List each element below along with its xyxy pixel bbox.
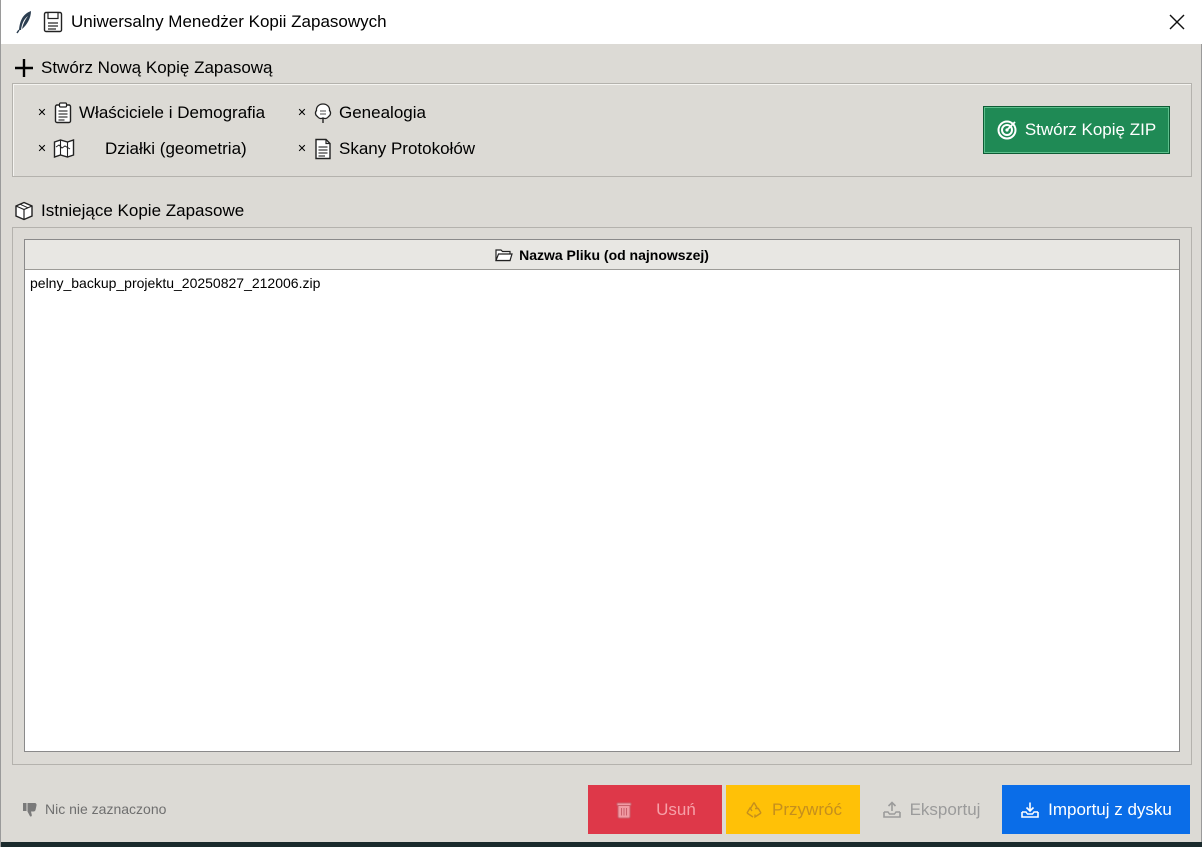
export-button[interactable]: Eksportuj <box>864 785 998 834</box>
recycle-icon <box>744 800 764 820</box>
restore-button[interactable]: Przywróć <box>726 785 860 834</box>
option-label: Właściciele i Demografia <box>79 103 266 122</box>
create-zip-label: Stwórz Kopię ZIP <box>1024 120 1157 139</box>
option-label: Genealogia <box>339 103 426 122</box>
option-label: Działki (geometria) <box>105 139 247 158</box>
map-icon <box>53 138 75 160</box>
existing-section-label: Istniejące Kopie Zapasowe <box>13 200 244 222</box>
close-icon <box>1169 14 1185 30</box>
option-label: Skany Protokołów <box>339 139 476 158</box>
checkbox-owners-demography[interactable]: ✕ <box>37 108 47 119</box>
delete-button[interactable]: Usuń <box>588 785 722 834</box>
import-tray-icon <box>1020 800 1040 820</box>
option-protocol-scans[interactable]: ✕ Skany Protokołów <box>297 138 475 160</box>
option-parcels-geometry[interactable]: ✕ Działki (geometria) <box>37 138 247 160</box>
background-terminal-strip <box>1 842 1202 847</box>
create-section-label: Stwórz Nową Kopię Zapasową <box>13 57 273 79</box>
list-item[interactable]: pelny_backup_projektu_20250827_212006.zi… <box>30 275 320 291</box>
tree-icon <box>313 102 333 124</box>
export-label: Eksportuj <box>909 799 981 819</box>
checkbox-genealogy[interactable]: ✕ <box>297 108 307 119</box>
import-button[interactable]: Importuj z dysku <box>1002 785 1190 834</box>
checkbox-protocol-scans[interactable]: ✕ <box>297 144 307 155</box>
target-icon <box>997 120 1017 140</box>
close-button[interactable] <box>1159 4 1195 40</box>
option-genealogy[interactable]: ✕ Genealogia <box>297 102 426 124</box>
delete-label: Usuń <box>656 799 696 819</box>
thumbs-down-icon <box>21 800 39 818</box>
floppy-disk-icon <box>43 11 63 33</box>
plus-icon <box>13 57 35 79</box>
title-bar[interactable]: Uniwersalny Menedżer Kopii Zapasowych <box>1 0 1202 44</box>
document-icon <box>313 138 333 160</box>
window-title: Uniwersalny Menedżer Kopii Zapasowych <box>71 12 387 31</box>
backups-list[interactable]: Nazwa Pliku (od najnowszej) pelny_backup… <box>24 239 1180 752</box>
clipboard-icon <box>53 102 73 124</box>
import-label: Importuj z dysku <box>1048 799 1172 819</box>
package-icon <box>13 200 35 222</box>
export-tray-icon <box>882 800 902 820</box>
feather-icon <box>15 10 35 34</box>
restore-label: Przywróć <box>772 799 842 819</box>
selection-status: Nic nie zaznaczono <box>21 800 166 818</box>
checkbox-parcels-geometry[interactable]: ✕ <box>37 144 47 155</box>
folder-icon <box>495 248 513 262</box>
option-owners-demography[interactable]: ✕ Właściciele i Demografia <box>37 102 265 124</box>
create-zip-button[interactable]: Stwórz Kopię ZIP <box>983 106 1170 154</box>
backup-manager-window: Uniwersalny Menedżer Kopii Zapasowych St… <box>0 0 1202 847</box>
trash-icon <box>614 800 634 820</box>
column-header-filename[interactable]: Nazwa Pliku (od najnowszej) <box>25 240 1179 270</box>
